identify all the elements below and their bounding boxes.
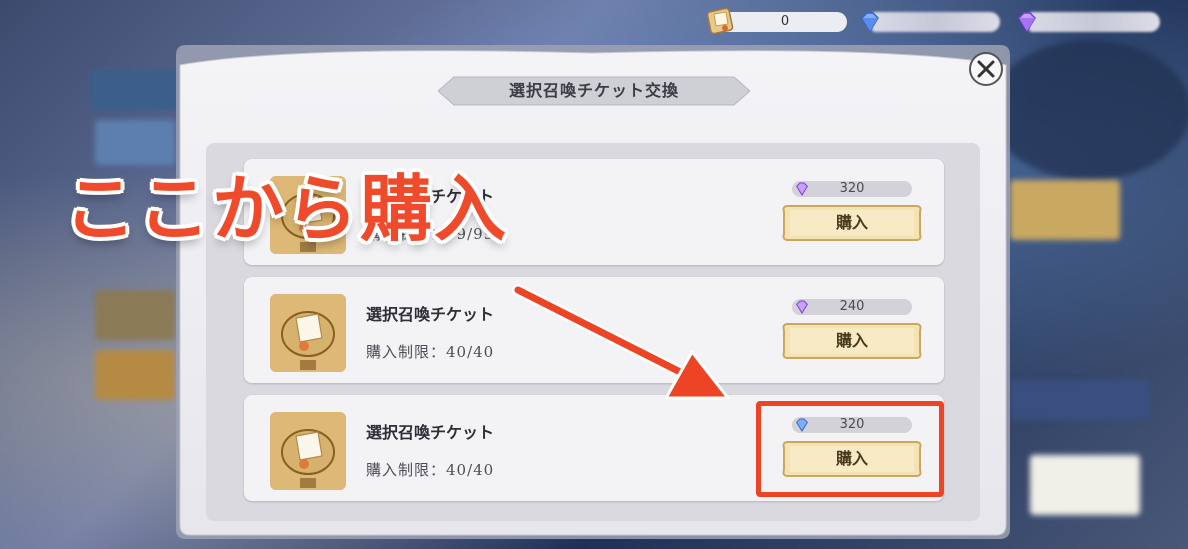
close-button[interactable]: [969, 52, 1003, 86]
blue-gem-icon: [861, 12, 879, 33]
purple-gem-currency[interactable]: [1015, 8, 1160, 33]
list-item: 選択召喚チケット 購入制限：40/40 240 購入: [244, 277, 944, 383]
buy-button-label: 購入: [835, 213, 868, 232]
blue-gem-count-blurred: [872, 12, 1000, 32]
background-tile: [1010, 180, 1120, 240]
background-tile: [90, 70, 180, 110]
item-price: 320: [792, 181, 912, 197]
item-name: 選択召喚チケット: [366, 305, 495, 324]
purple-gem-count-blurred: [1029, 12, 1160, 32]
item-price: 240: [792, 299, 912, 315]
purchase-limit: 購入制限：40/40: [366, 461, 495, 479]
buy-button[interactable]: 購入: [778, 202, 926, 244]
dialog-title: 選択召喚チケット交換: [508, 81, 679, 100]
ticket-thumbnail: [270, 294, 346, 372]
ticket-count: 0: [723, 12, 847, 32]
purple-gem-icon: [796, 182, 808, 196]
ticket-currency[interactable]: 0: [705, 7, 847, 35]
background-tile: [1030, 455, 1140, 515]
background-tile: [95, 290, 175, 340]
purple-gem-icon: [1018, 12, 1036, 33]
background-glow: [990, 40, 1188, 180]
background-tile: [1010, 380, 1150, 420]
ticket-icon: [706, 7, 734, 35]
buy-button-label: 購入: [835, 331, 868, 350]
purchase-limit: 購入制限：40/40: [366, 343, 495, 361]
close-icon: [977, 60, 995, 78]
annotation-caption: ここから購入: [64, 167, 509, 251]
item-name: 選択召喚チケット: [366, 423, 495, 442]
background-tile: [95, 350, 175, 400]
ticket-item-icon: [270, 294, 346, 372]
purple-gem-icon: [796, 300, 808, 314]
blue-gem-currency[interactable]: [858, 8, 1000, 33]
ticket-thumbnail: [270, 412, 346, 490]
buy-button-highlight: [756, 401, 944, 497]
buy-button[interactable]: 購入: [778, 320, 926, 362]
ticket-item-icon: [270, 412, 346, 490]
